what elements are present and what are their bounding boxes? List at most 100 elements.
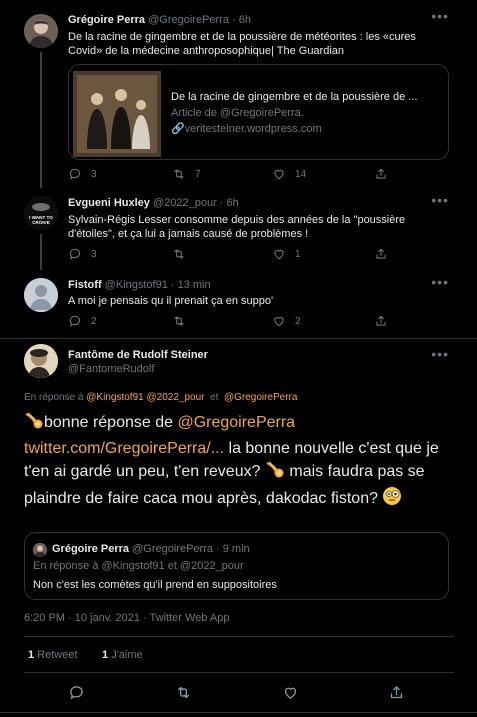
card-title: De la racine de gingembre et de la pouss… [171,91,418,103]
author-handle[interactable]: @2022_pour · 6h [153,197,239,209]
like-count: 2 [295,315,301,327]
card-domain: veritesteiner.wordpress.com [184,123,322,135]
reply-count: 3 [91,168,97,180]
thread-line [40,52,42,188]
comet-emoji [24,412,44,437]
more-icon[interactable]: ••• [431,192,449,208]
face-emoji [382,486,402,513]
mention-link[interactable]: @Kingstof91 [86,392,143,403]
divider [0,338,477,339]
card-subtitle: Article de @GregoirePerra. [171,107,304,119]
retweets-label: Retweet [37,649,78,661]
share-button[interactable] [374,314,388,328]
author-handle[interactable]: @FantomeRudolf [68,363,154,375]
share-icon [374,247,388,261]
avatar[interactable] [24,344,58,378]
like-button[interactable]: 1 [272,247,301,261]
card-image [73,71,161,157]
divider [24,636,454,637]
like-button[interactable]: 2 [272,314,301,328]
retweet-button[interactable] [172,247,186,261]
author-name[interactable]: Grégoire Perra [68,14,145,26]
reply-button[interactable] [68,684,85,704]
share-button[interactable] [374,247,388,261]
retweet-button[interactable] [172,314,186,328]
thread-line [40,234,42,270]
like-button[interactable] [282,684,299,704]
author-name[interactable]: Fantôme de Rudolf Steiner [68,349,208,361]
share-button[interactable] [374,167,388,181]
tweet-stats: 1 Retweet 1 J'aime [28,649,143,661]
reply-button[interactable]: 2 [68,314,97,328]
more-icon[interactable]: ••• [431,8,449,24]
comet-emoji [265,461,285,486]
share-icon [374,167,388,181]
share-button[interactable] [388,684,405,704]
retweets-count: 1 [28,649,35,661]
like-icon [272,314,286,328]
quote-text: Non c'est les comètes qu'il prend en sup… [33,579,277,591]
avatar [33,543,47,557]
link-icon: 🔗 [171,123,185,135]
more-icon[interactable]: ••• [431,274,449,290]
author-name[interactable]: Fistoff [68,279,102,291]
share-icon [374,314,388,328]
retweet-icon [172,167,186,181]
quote-author-handle: @GregoirePerra · 9 min [132,543,250,555]
reply-prefix: En réponse à [24,392,84,403]
like-count: 1 [295,248,301,260]
likes-label: J'aime [111,649,143,661]
mention-link[interactable]: @2022_pour [146,392,204,403]
divider [0,712,477,713]
mention-link[interactable]: @GregoirePerra [224,392,298,403]
retweet-icon [172,247,186,261]
likes-stat[interactable]: 1 J'aime [102,649,143,661]
svg-text:CROIVE: CROIVE [32,220,50,225]
reply-context: En réponse à @Kingstof91 @2022_pour et @… [24,392,297,403]
tweet-timestamp[interactable]: 6:20 PM · 10 janv. 2021 · Twitter Web Ap… [24,612,229,624]
avatar[interactable]: I WANT TO CROIVE [24,196,58,230]
reply-and: et [210,392,219,403]
reply-icon [68,684,85,701]
link-card[interactable]: De la racine de gingembre et de la pouss… [68,64,449,160]
main-tweet-text: bonne réponse de @GregoirePerra twitter.… [24,411,454,513]
reply-count: 2 [91,315,97,327]
retweet-button[interactable] [175,684,192,704]
retweet-icon [175,684,192,701]
like-icon [272,247,286,261]
text-segment: bonne réponse de [44,414,178,431]
like-icon [282,684,299,701]
reply-button[interactable]: 3 [68,247,97,261]
tweet-gregoire[interactable]: Grégoire Perra @GregoirePerra · 6h ••• D… [0,0,477,188]
reply-button[interactable]: 3 [68,167,97,181]
more-icon[interactable]: ••• [431,346,449,362]
author-handle[interactable]: @GregoirePerra · 6h [148,14,251,26]
reply-icon [68,167,82,181]
divider [24,672,454,673]
tweet-fistoff[interactable]: Fistoff @Kingstof91 · 13 min ••• A moi j… [0,270,477,340]
url-link[interactable]: twitter.com/GregoirePerra/... [24,440,224,457]
like-button[interactable]: 14 [272,167,306,181]
tweet-text: De la racine de gingembre et de la pouss… [68,31,416,57]
avatar[interactable] [24,278,58,312]
share-icon [388,684,405,701]
retweet-button[interactable]: 7 [172,167,201,181]
reply-count: 3 [91,248,97,260]
likes-count: 1 [102,649,109,661]
mention-link[interactable]: @GregoirePerra [177,414,295,431]
tweet-text: A moi je pensais qu il prenait ça en sup… [68,295,274,307]
retweet-icon [172,314,186,328]
main-tweet-actions [24,684,454,702]
tweet-text: Sylvain-Régis Lesser consomme depuis des… [68,214,406,240]
author-handle[interactable]: @Kingstof91 · 13 min [105,279,211,291]
like-count: 14 [295,168,307,180]
retweets-stat[interactable]: 1 Retweet [28,649,78,661]
reply-icon [68,314,82,328]
tweet-evgueni[interactable]: I WANT TO CROIVE Evgueni Huxley @2022_pou… [0,188,477,270]
avatar[interactable] [24,14,58,48]
author-name[interactable]: Evgueni Huxley [68,197,150,209]
reply-icon [68,247,82,261]
quoted-tweet[interactable]: Grégoire Perra @GregoirePerra · 9 min En… [24,532,449,600]
retweet-count: 7 [195,168,201,180]
quote-author-name: Grégoire Perra [52,543,130,555]
